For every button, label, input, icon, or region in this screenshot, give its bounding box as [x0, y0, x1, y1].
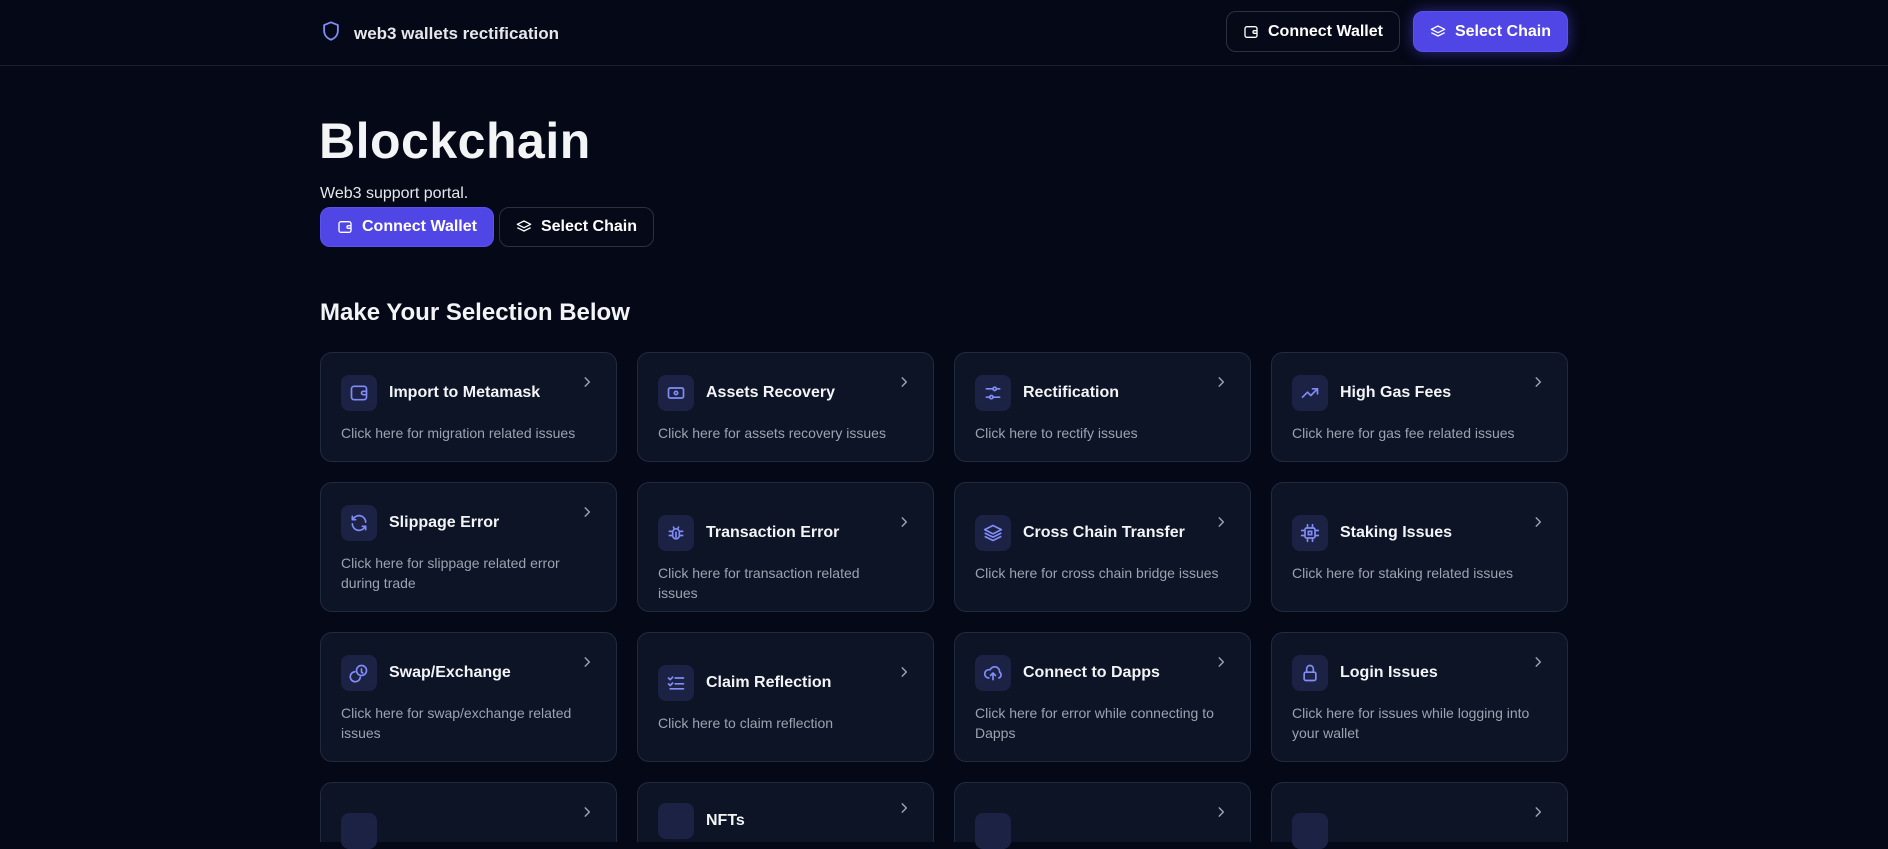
issue-card-import-metamask[interactable]: Import to Metamask Click here for migrat… — [320, 352, 617, 462]
partial-icon — [1292, 813, 1328, 849]
card-description: Click here to claim reflection — [658, 715, 834, 731]
card-description: Click here for error while connecting to… — [975, 705, 1214, 741]
cpu-icon — [1292, 515, 1328, 551]
header-select-chain-button[interactable]: Select Chain — [1412, 11, 1568, 52]
wallet-icon — [341, 375, 377, 411]
header-connect-wallet-button[interactable]: Connect Wallet — [1226, 11, 1400, 52]
chevron-right-icon — [580, 505, 594, 524]
sliders-icon — [975, 375, 1011, 411]
card-description: Click here for swap/exchange related iss… — [341, 705, 572, 741]
layers-icon — [1430, 24, 1446, 40]
card-description: Click here for staking related issues — [1292, 565, 1513, 581]
cloud-upload-icon — [975, 655, 1011, 691]
chevron-right-icon — [580, 375, 594, 394]
card-description: Click here for transaction related issue… — [658, 565, 860, 601]
issue-card-swap-exchange[interactable]: Swap/Exchange Click here for swap/exchan… — [320, 632, 617, 762]
card-title: NFTs — [706, 812, 745, 829]
chevron-right-icon — [1214, 375, 1228, 394]
issue-card-cross-chain-transfer[interactable]: Cross Chain Transfer Click here for cros… — [954, 482, 1251, 612]
lock-icon — [1292, 655, 1328, 691]
issue-card-rectification[interactable]: Rectification Click here to rectify issu… — [954, 352, 1251, 462]
bug-icon — [658, 515, 694, 551]
list-checks-icon — [658, 665, 694, 701]
partial-icon — [975, 813, 1011, 849]
card-description: Click here for migration related issues — [341, 425, 576, 441]
layers-icon — [516, 219, 532, 235]
issue-card-partial[interactable] — [320, 782, 617, 849]
card-description: Click here for slippage related error du… — [341, 555, 560, 591]
card-title: Transaction Error — [706, 524, 840, 541]
issue-card-claim-reflection[interactable]: Claim Reflection Click here to claim ref… — [637, 632, 934, 762]
card-title: Cross Chain Transfer — [1023, 524, 1185, 541]
banknote-icon — [658, 375, 694, 411]
card-title: Slippage Error — [389, 514, 500, 531]
issue-card-slippage-error[interactable]: Slippage Error Click here for slippage r… — [320, 482, 617, 612]
refresh-icon — [341, 505, 377, 541]
layers-icon — [975, 515, 1011, 551]
wallet-icon — [337, 219, 353, 235]
chevron-right-icon — [1214, 515, 1228, 534]
coins-icon — [341, 655, 377, 691]
issue-card-partial[interactable] — [1271, 782, 1568, 849]
issue-card-high-gas-fees[interactable]: High Gas Fees Click here for gas fee rel… — [1271, 352, 1568, 462]
chevron-right-icon — [1531, 375, 1545, 394]
trending-up-icon — [1292, 375, 1328, 411]
chevron-right-icon — [1531, 805, 1545, 824]
section-title: Make Your Selection Below — [320, 299, 630, 326]
chevron-right-icon — [897, 375, 911, 394]
header-connect-wallet-label: Connect Wallet — [1268, 22, 1383, 40]
chevron-right-icon — [580, 655, 594, 674]
chevron-right-icon — [897, 665, 911, 684]
card-title: Login Issues — [1340, 664, 1438, 681]
chevron-right-icon — [580, 805, 594, 824]
wallet-icon — [1243, 24, 1259, 40]
card-description: Click here to rectify issues — [975, 425, 1138, 441]
card-description: Click here for assets recovery issues — [658, 425, 886, 441]
partial-icon — [658, 803, 694, 839]
card-title: Claim Reflection — [706, 674, 832, 691]
hero-select-chain-button[interactable]: Select Chain — [498, 207, 654, 247]
chevron-right-icon — [897, 515, 911, 534]
top-navbar: web3 wallets rectification Connect Walle… — [0, 0, 1888, 66]
issue-card-transaction-error[interactable]: Transaction Error Click here for transac… — [637, 482, 934, 612]
card-description: Click here for issues while logging into… — [1292, 705, 1530, 741]
brand[interactable]: web3 wallets rectification — [320, 20, 559, 47]
card-title: Rectification — [1023, 384, 1120, 401]
issue-card-staking-issues[interactable]: Staking Issues Click here for staking re… — [1271, 482, 1568, 612]
card-title: High Gas Fees — [1340, 384, 1452, 401]
header-actions: Connect Wallet Select Chain — [1226, 11, 1568, 52]
brand-name: web3 wallets rectification — [354, 23, 560, 43]
hero-select-chain-label: Select Chain — [540, 218, 637, 235]
card-description: Click here for gas fee related issues — [1292, 425, 1515, 441]
card-title: Swap/Exchange — [389, 664, 511, 681]
page-subtitle: Web3 support portal. — [320, 185, 469, 202]
issue-card-nfts[interactable]: NFTs — [637, 782, 934, 842]
issue-card-partial[interactable] — [954, 782, 1251, 849]
hero-actions: Connect Wallet Select Chain — [320, 207, 654, 247]
chevron-right-icon — [1214, 805, 1228, 824]
card-title: Connect to Dapps — [1023, 664, 1160, 681]
chevron-right-icon — [1214, 655, 1228, 674]
chevron-right-icon — [1531, 515, 1545, 534]
card-title: Import to Metamask — [389, 384, 541, 401]
issue-card-connect-dapps[interactable]: Connect to Dapps Click here for error wh… — [954, 632, 1251, 762]
hero-connect-wallet-button[interactable]: Connect Wallet — [320, 207, 494, 247]
card-title: Staking Issues — [1340, 524, 1453, 541]
chevron-right-icon — [1531, 655, 1545, 674]
shield-icon — [320, 20, 342, 47]
hero-connect-wallet-label: Connect Wallet — [362, 218, 477, 235]
partial-icon — [341, 813, 377, 849]
chevron-right-icon — [897, 801, 911, 820]
card-description: Click here for cross chain bridge issues — [975, 565, 1219, 581]
issue-card-assets-recovery[interactable]: Assets Recovery Click here for assets re… — [637, 352, 934, 462]
page-title: Blockchain — [319, 113, 591, 169]
issue-card-login-issues[interactable]: Login Issues Click here for issues while… — [1271, 632, 1568, 762]
header-select-chain-label: Select Chain — [1454, 22, 1551, 40]
card-title: Assets Recovery — [706, 384, 835, 401]
